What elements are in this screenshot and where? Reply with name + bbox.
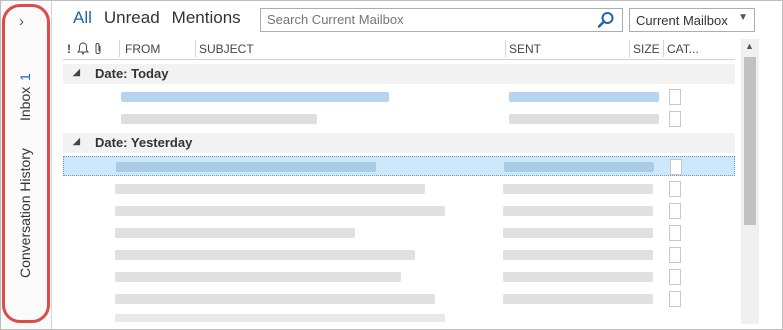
category-box[interactable] — [669, 247, 681, 263]
search-icon[interactable] — [597, 11, 615, 29]
redacted-text — [121, 114, 317, 124]
category-box[interactable] — [669, 203, 681, 219]
category-box[interactable] — [669, 269, 681, 285]
group-header-today[interactable]: ◢ Date: Today — [63, 64, 735, 84]
redacted-text — [503, 228, 653, 238]
redacted-text — [509, 92, 659, 102]
mail-window: › Inbox 1 Conversation History All Unrea… — [0, 0, 783, 330]
folder-inbox[interactable]: Inbox 1 — [17, 61, 33, 121]
collapse-triangle-icon[interactable]: ◢ — [73, 67, 80, 78]
message-row-selected[interactable] — [63, 156, 735, 176]
redacted-text — [503, 250, 653, 260]
category-box[interactable] — [669, 181, 681, 197]
folder-pane: › Inbox 1 Conversation History — [1, 1, 52, 329]
redacted-text — [116, 162, 376, 172]
search-box — [260, 8, 623, 32]
filter-all[interactable]: All — [73, 8, 92, 30]
redacted-text — [115, 294, 435, 304]
column-sent[interactable]: SENT — [509, 42, 541, 58]
message-row[interactable] — [63, 87, 735, 107]
category-box[interactable] — [669, 111, 681, 127]
filter-unread[interactable]: Unread — [104, 8, 160, 30]
redacted-text — [503, 294, 653, 304]
category-box[interactable] — [669, 89, 681, 105]
group-header-yesterday[interactable]: ◢ Date: Yesterday — [63, 133, 735, 153]
column-categories[interactable]: CAT... — [667, 42, 699, 58]
bell-icon[interactable] — [77, 42, 89, 58]
paperclip-icon[interactable] — [93, 42, 103, 58]
category-box[interactable] — [670, 159, 682, 175]
expand-folder-pane-icon[interactable]: › — [19, 13, 24, 30]
search-input[interactable] — [267, 12, 587, 27]
redacted-text — [115, 228, 355, 238]
redacted-text — [121, 92, 389, 102]
group-title-today: Date: Today — [95, 66, 169, 81]
message-row[interactable] — [63, 201, 735, 221]
message-row[interactable] — [63, 109, 735, 129]
scroll-thumb[interactable] — [744, 57, 756, 225]
group-title-yesterday: Date: Yesterday — [95, 135, 193, 150]
message-row[interactable] — [63, 179, 735, 199]
message-row[interactable] — [63, 289, 735, 309]
redacted-text — [115, 272, 401, 282]
message-row[interactable] — [63, 311, 735, 325]
filter-bar: All Unread Mentions — [73, 8, 241, 30]
redacted-text — [503, 272, 653, 282]
redacted-text — [503, 184, 653, 194]
column-size[interactable]: SIZE — [633, 42, 660, 58]
message-row[interactable] — [63, 245, 735, 265]
scroll-up-arrow-icon[interactable]: ▲ — [745, 41, 754, 51]
message-row[interactable] — [63, 267, 735, 287]
category-box[interactable] — [669, 291, 681, 307]
folder-conversation-history[interactable]: Conversation History — [17, 133, 33, 278]
folder-inbox-label: Inbox — [17, 86, 33, 121]
search-scope-dropdown[interactable]: Current Mailbox ▼ — [629, 8, 755, 32]
column-from[interactable]: FROM — [125, 42, 160, 58]
column-header: ! FROM SUBJECT SENT SIZE CAT... — [63, 39, 735, 60]
redacted-text — [115, 250, 415, 260]
redacted-text — [504, 162, 654, 172]
search-scope-value: Current Mailbox — [636, 13, 728, 28]
redacted-text — [509, 114, 659, 124]
filter-mentions[interactable]: Mentions — [172, 8, 241, 30]
vertical-scrollbar[interactable]: ▲ — [741, 39, 759, 324]
column-importance[interactable]: ! — [67, 42, 71, 58]
redacted-text — [115, 206, 445, 216]
redacted-text — [115, 314, 445, 322]
inbox-unread-count: 1 — [17, 72, 33, 81]
chevron-down-icon: ▼ — [738, 12, 748, 23]
redacted-text — [115, 184, 425, 194]
message-row[interactable] — [63, 223, 735, 243]
redacted-text — [503, 206, 653, 216]
collapse-triangle-icon[interactable]: ◢ — [73, 136, 80, 147]
column-subject[interactable]: SUBJECT — [199, 42, 254, 58]
category-box[interactable] — [669, 225, 681, 241]
